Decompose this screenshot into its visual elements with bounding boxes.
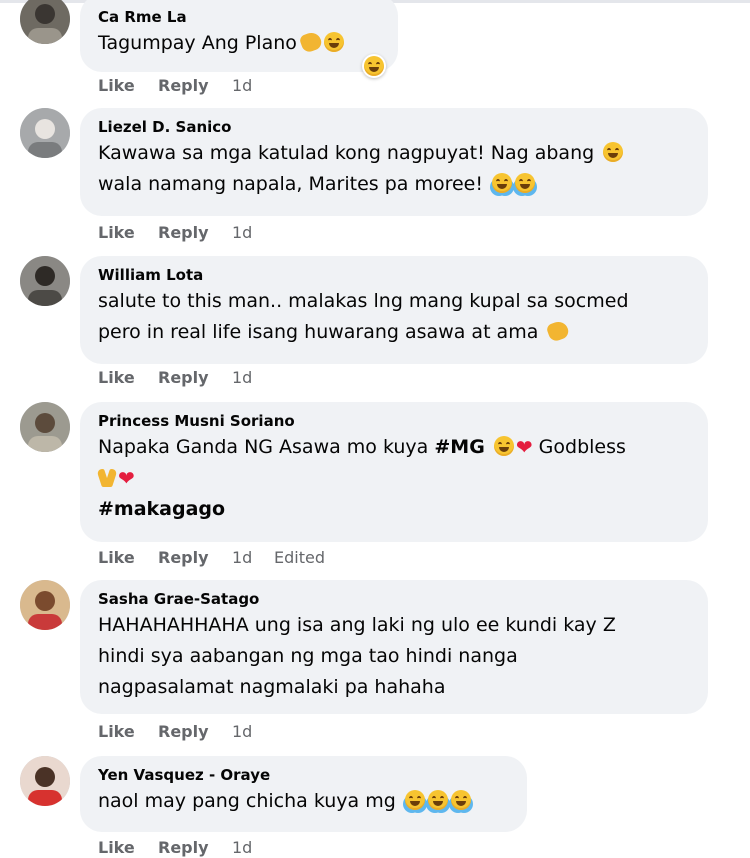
comment-line: Godbless	[538, 436, 626, 458]
reply-button[interactable]: Reply	[158, 838, 232, 858]
comment-timestamp[interactable]: 1d	[232, 368, 274, 388]
reply-button[interactable]: Reply	[158, 76, 232, 96]
grinning-emoji-icon	[603, 142, 624, 162]
comment-line: HAHAHAHHAHA ung isa ang laki ng ulo ee k…	[98, 614, 616, 636]
like-button[interactable]: Like	[98, 838, 158, 858]
tears-of-joy-emoji-icon	[450, 790, 471, 810]
comment-line: hindi sya aabangan ng mga tao hindi nang…	[98, 645, 518, 667]
avatar[interactable]	[20, 0, 70, 44]
reaction-badge[interactable]	[362, 54, 386, 78]
red-heart-emoji-icon: ❤	[515, 435, 533, 459]
fist-bump-emoji-icon	[545, 319, 571, 343]
reply-button[interactable]: Reply	[158, 223, 232, 243]
comment-line: Kawawa sa mga katulad kong nagpuyat! Nag…	[98, 142, 595, 164]
comment-bubble: Princess Musni Soriano Napaka Ganda NG A…	[80, 402, 708, 542]
tears-of-joy-emoji-icon	[427, 790, 448, 810]
like-button[interactable]: Like	[98, 223, 158, 243]
comment-line: nagpasalamat nagmalaki pa hahaha	[98, 676, 446, 698]
comment-actions: Like Reply 1d	[98, 368, 274, 388]
muscle-emoji-icon	[298, 30, 324, 54]
like-button[interactable]: Like	[98, 368, 158, 388]
folded-hands-emoji-icon	[98, 467, 116, 487]
comment-text: Tagumpay Ang Plano	[98, 28, 380, 59]
comment-text: Kawawa sa mga katulad kong nagpuyat! Nag…	[98, 138, 690, 200]
comment-author[interactable]: Yen Vasquez - Oraye	[98, 765, 509, 785]
comment-line: Napaka Ganda NG Asawa mo kuya	[98, 436, 429, 458]
comment-line: Tagumpay Ang Plano	[98, 32, 297, 54]
avatar[interactable]	[20, 256, 70, 306]
edited-label: Edited	[274, 548, 325, 567]
avatar[interactable]	[20, 402, 70, 452]
hashtag-link[interactable]: #makagago	[98, 494, 690, 525]
comment-actions: Like Reply 1d	[98, 722, 274, 742]
comment-line: salute to this man.. malakas lng mang ku…	[98, 290, 629, 312]
tears-of-joy-emoji-icon	[515, 173, 536, 193]
tears-of-joy-emoji-icon	[404, 790, 425, 810]
comment-bubble: Yen Vasquez - Oraye naol may pang chicha…	[80, 756, 527, 832]
comment-timestamp[interactable]: 1d	[232, 548, 274, 568]
comment-bubble: William Lota salute to this man.. malaka…	[80, 256, 708, 364]
comment-text: HAHAHAHHAHA ung isa ang laki ng ulo ee k…	[98, 610, 690, 703]
comment-actions: Like Reply 1d Edited	[98, 548, 325, 568]
comment-line: wala namang napala, Marites pa moree!	[98, 173, 483, 195]
reply-button[interactable]: Reply	[158, 722, 232, 742]
comment-line: pero in real life isang huwarang asawa a…	[98, 321, 539, 343]
comment-timestamp[interactable]: 1d	[232, 838, 274, 858]
comment-bubble: Sasha Grae-Satago HAHAHAHHAHA ung isa an…	[80, 580, 708, 714]
comment-bubble: Liezel D. Sanico Kawawa sa mga katulad k…	[80, 108, 708, 216]
comment-text: naol may pang chicha kuya mg	[98, 786, 509, 817]
comment-timestamp[interactable]: 1d	[232, 223, 274, 243]
comment-actions: Like Reply 1d	[98, 223, 274, 243]
laughing-reaction-icon	[364, 56, 384, 76]
avatar[interactable]	[20, 580, 70, 630]
comment-author[interactable]: Sasha Grae-Satago	[98, 589, 690, 609]
like-button[interactable]: Like	[98, 548, 158, 568]
like-button[interactable]: Like	[98, 722, 158, 742]
comment-author[interactable]: Liezel D. Sanico	[98, 117, 690, 137]
comment-text: Napaka Ganda NG Asawa mo kuya #MG ❤ Godb…	[98, 432, 690, 525]
comment-bubble: Ca Rme La Tagumpay Ang Plano	[80, 0, 398, 78]
avatar[interactable]	[20, 756, 70, 806]
reply-button[interactable]: Reply	[158, 548, 232, 568]
hashtag-link[interactable]: #MG	[434, 436, 484, 458]
grinning-emoji-icon	[323, 32, 344, 52]
reply-button[interactable]: Reply	[158, 368, 232, 388]
smiling-face-with-hearts-emoji-icon	[493, 436, 514, 456]
comment-author[interactable]: Ca Rme La	[98, 7, 380, 27]
like-button[interactable]: Like	[98, 76, 158, 96]
tears-of-joy-emoji-icon	[492, 173, 513, 193]
comment-author[interactable]: Princess Musni Soriano	[98, 411, 690, 431]
comment-text: salute to this man.. malakas lng mang ku…	[98, 286, 690, 348]
comment-line: naol may pang chicha kuya mg	[98, 790, 396, 812]
avatar[interactable]	[20, 108, 70, 158]
comment-actions: Like Reply 1d	[98, 76, 274, 96]
comment-timestamp[interactable]: 1d	[232, 722, 274, 742]
red-heart-emoji-icon: ❤	[118, 466, 135, 490]
comment-timestamp[interactable]: 1d	[232, 76, 274, 96]
comment-author[interactable]: William Lota	[98, 265, 690, 285]
comment-actions: Like Reply 1d	[98, 838, 274, 858]
